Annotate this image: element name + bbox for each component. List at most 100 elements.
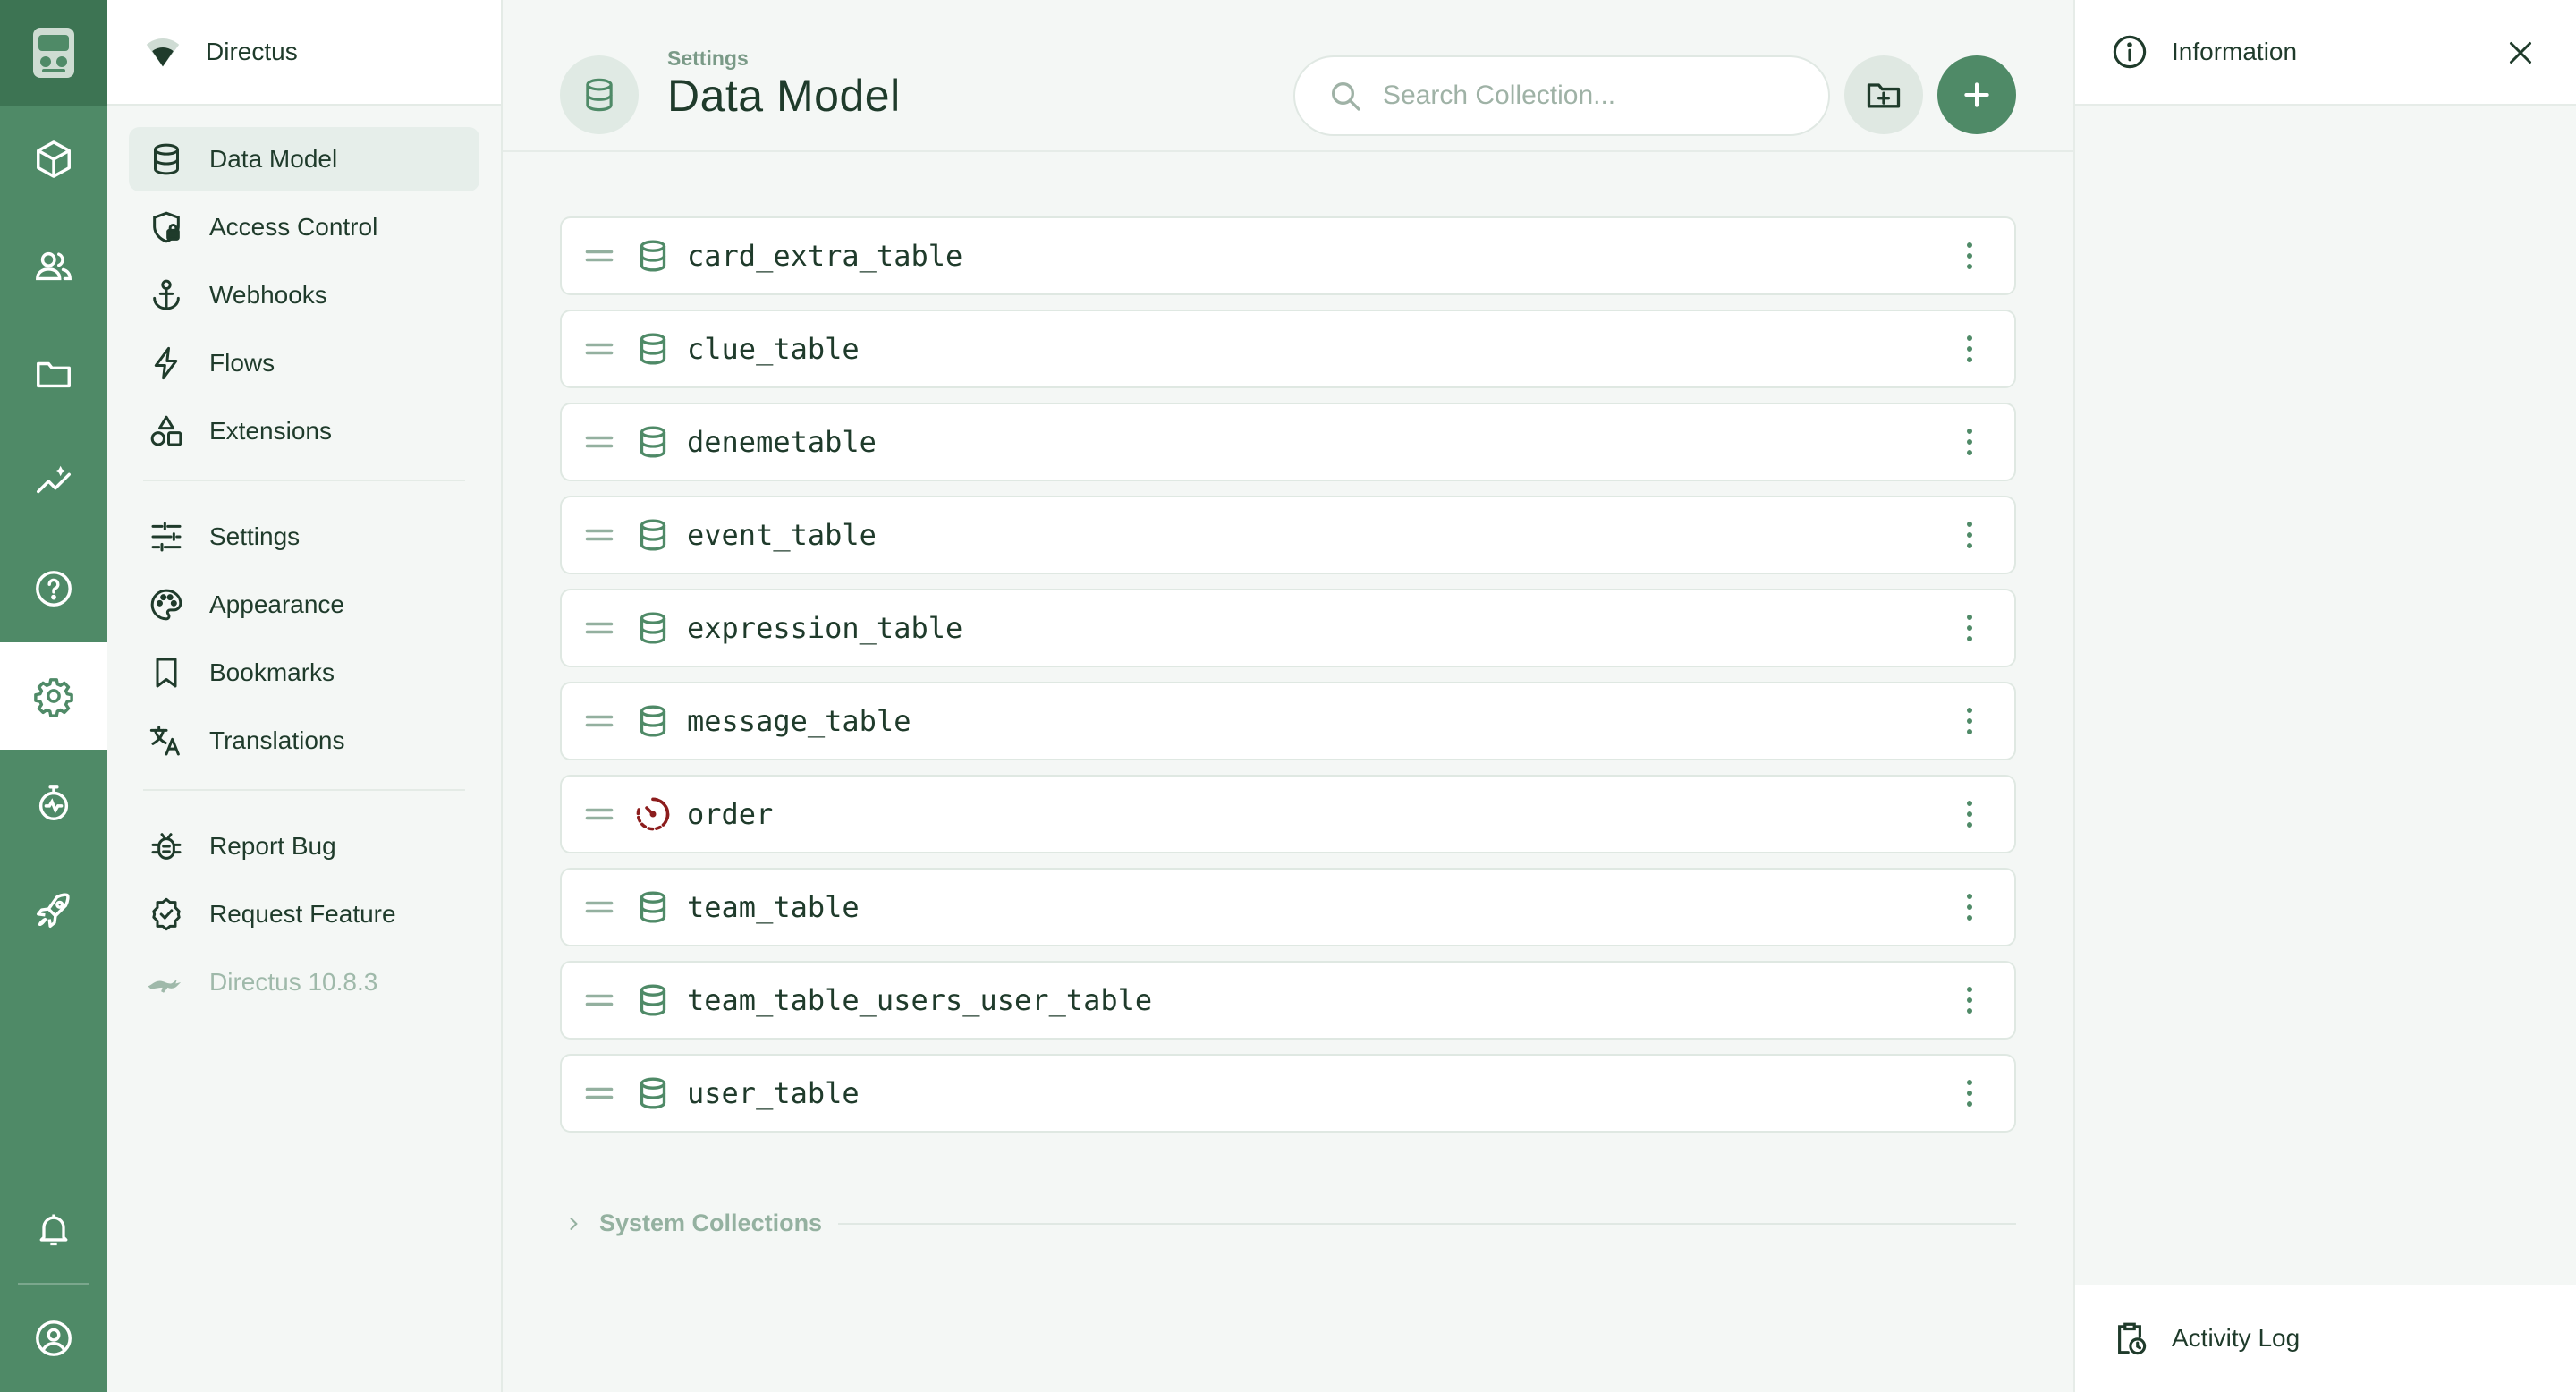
settings-navigation: Directus Data Model Access Control Webho… — [107, 0, 503, 1392]
collection-icon — [633, 422, 673, 462]
nav-item-report-bug[interactable]: Report Bug — [129, 814, 479, 878]
close-icon — [2510, 42, 2531, 64]
information-section[interactable]: Information — [2075, 0, 2576, 106]
version-info[interactable]: Directus 10.8.3 — [129, 950, 479, 1014]
nav-item-bookmarks[interactable]: Bookmarks — [129, 641, 479, 705]
module-insights[interactable] — [0, 428, 107, 535]
nav-item-label: Flows — [209, 349, 275, 377]
module-deploy[interactable] — [0, 857, 107, 964]
nav-item-label: Access Control — [209, 213, 378, 241]
nav-item-webhooks[interactable]: Webhooks — [129, 263, 479, 327]
collection-icon — [633, 329, 673, 369]
clipboard-clock-icon — [2118, 1322, 2147, 1355]
collection-row[interactable]: expression_table — [560, 589, 2016, 667]
collection-row[interactable]: user_table — [560, 1054, 2016, 1133]
drag-handle-icon — [585, 901, 614, 913]
module-settings[interactable] — [0, 642, 107, 750]
drag-handle[interactable] — [581, 796, 617, 832]
create-collection-button[interactable] — [1937, 55, 2016, 134]
create-folder-button[interactable] — [1844, 55, 1923, 134]
more-options-button[interactable] — [1952, 703, 1987, 739]
search-box[interactable] — [1293, 55, 1830, 136]
search-input[interactable] — [1383, 81, 1794, 111]
breadcrumb[interactable]: Settings — [667, 47, 749, 71]
directus-rabbit-icon — [148, 980, 182, 993]
nav-item-label: Appearance — [209, 590, 345, 618]
more-vertical-icon — [1967, 1080, 1972, 1107]
drag-handle[interactable] — [581, 238, 617, 274]
nav-item-translations[interactable]: Translations — [129, 709, 479, 773]
plus-icon — [1964, 82, 1989, 107]
module-content[interactable] — [0, 106, 107, 213]
drag-handle[interactable] — [581, 1075, 617, 1111]
drag-handle[interactable] — [581, 982, 617, 1018]
collection-icon — [633, 794, 673, 834]
more-vertical-icon — [1967, 242, 1972, 269]
more-vertical-icon — [1967, 708, 1972, 734]
more-options-button[interactable] — [1952, 889, 1987, 925]
more-options-button[interactable] — [1952, 982, 1987, 1018]
database-icon — [586, 78, 613, 112]
drag-handle[interactable] — [581, 424, 617, 460]
bolt-icon — [154, 346, 178, 380]
drag-handle[interactable] — [581, 331, 617, 367]
collection-row[interactable]: denemetable — [560, 403, 2016, 481]
drag-handle[interactable] — [581, 889, 617, 925]
collection-name: denemetable — [687, 425, 877, 459]
collection-row[interactable]: card_extra_table — [560, 216, 2016, 295]
nav-item-data-model[interactable]: Data Model — [129, 127, 479, 191]
activity-log-section[interactable]: Activity Log — [2075, 1285, 2576, 1392]
more-options-button[interactable] — [1952, 331, 1987, 367]
drag-handle[interactable] — [581, 703, 617, 739]
more-options-button[interactable] — [1952, 517, 1987, 553]
project-logo[interactable] — [0, 0, 107, 106]
collection-row[interactable]: message_table — [560, 682, 2016, 760]
system-collections-toggle[interactable]: System Collections — [560, 1210, 2016, 1237]
anchor-icon — [153, 279, 180, 310]
nav-item-settings[interactable]: Settings — [129, 505, 479, 569]
collection-row[interactable]: clue_table — [560, 310, 2016, 388]
drag-handle-icon — [585, 994, 614, 1006]
drag-handle[interactable] — [581, 517, 617, 553]
collection-name: expression_table — [687, 611, 963, 645]
system-collections-label: System Collections — [599, 1210, 823, 1236]
module-account[interactable] — [0, 1285, 107, 1392]
collection-icon — [633, 701, 673, 741]
nav-item-extensions[interactable]: Extensions — [129, 399, 479, 463]
database-icon — [640, 519, 666, 551]
collection-row[interactable]: team_table — [560, 868, 2016, 946]
user-circle-icon — [36, 1320, 72, 1356]
module-docs[interactable] — [0, 535, 107, 642]
collection-name: card_extra_table — [687, 239, 963, 273]
nav-item-access-control[interactable]: Access Control — [129, 195, 479, 259]
close-sidebar-button[interactable] — [2501, 33, 2540, 72]
module-users[interactable] — [0, 213, 107, 320]
nav-item-label: Bookmarks — [209, 658, 335, 686]
more-options-button[interactable] — [1952, 424, 1987, 460]
nav-item-flows[interactable]: Flows — [129, 331, 479, 395]
more-options-button[interactable] — [1952, 796, 1987, 832]
module-files[interactable] — [0, 320, 107, 428]
more-vertical-icon — [1967, 894, 1972, 921]
collection-row[interactable]: order — [560, 775, 2016, 853]
more-options-button[interactable] — [1952, 238, 1987, 274]
module-notifications[interactable] — [0, 1176, 107, 1283]
drag-handle[interactable] — [581, 610, 617, 646]
drag-handle-icon — [585, 622, 614, 634]
collection-row[interactable]: event_table — [560, 496, 2016, 574]
more-options-button[interactable] — [1952, 610, 1987, 646]
drag-handle-icon — [585, 808, 614, 820]
collection-name: message_table — [687, 704, 911, 738]
more-options-button[interactable] — [1952, 1075, 1987, 1111]
gear-icon — [34, 678, 73, 717]
nav-item-request-feature[interactable]: Request Feature — [129, 882, 479, 946]
folder-plus-icon — [1867, 83, 1901, 108]
page-header: Settings Data Model — [503, 0, 2073, 152]
more-vertical-icon — [1967, 429, 1972, 455]
project-header[interactable]: Directus — [107, 0, 501, 106]
page-title: Data Model — [667, 71, 901, 121]
module-monitor[interactable] — [0, 750, 107, 857]
badge-check-icon — [152, 897, 181, 931]
collection-row[interactable]: team_table_users_user_table — [560, 961, 2016, 1040]
nav-item-appearance[interactable]: Appearance — [129, 573, 479, 637]
